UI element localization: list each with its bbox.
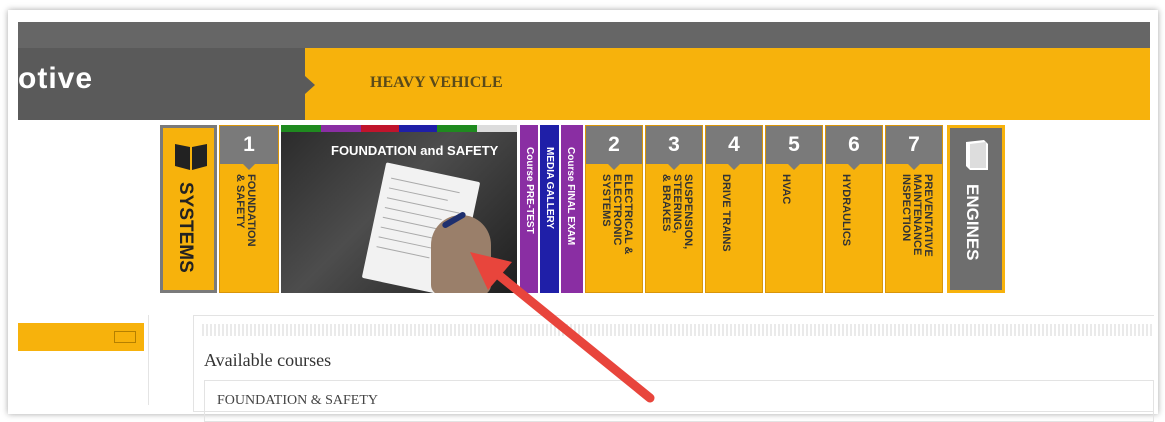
annotation-arrow-icon — [470, 252, 655, 403]
